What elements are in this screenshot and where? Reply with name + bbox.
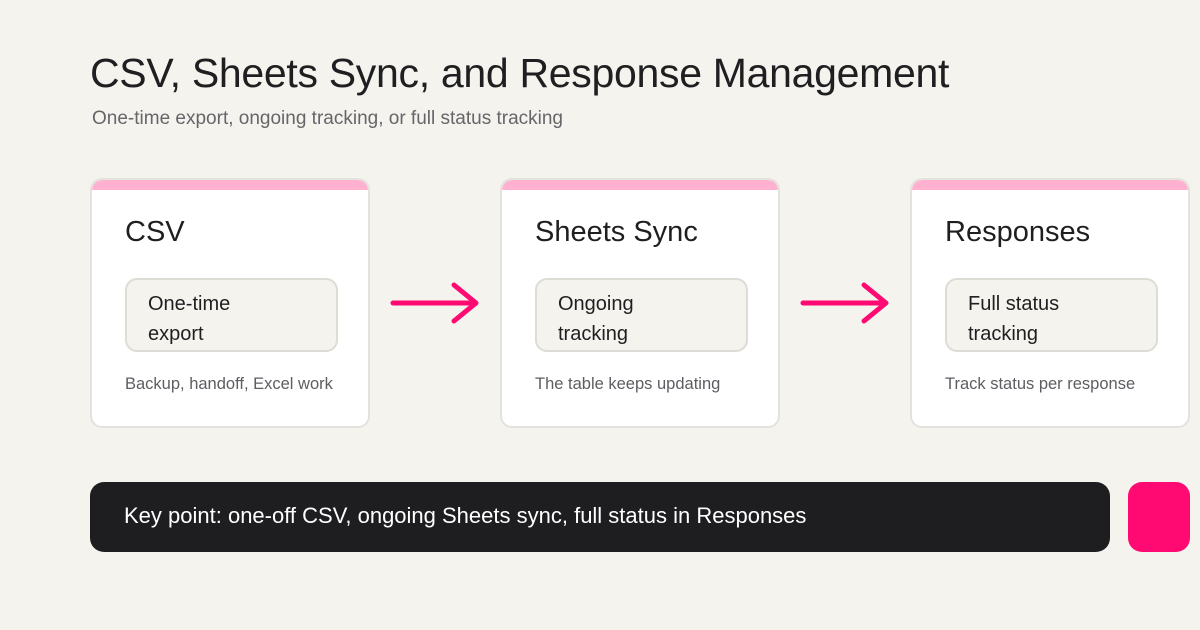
card-description: Backup, handoff, Excel work <box>125 375 333 393</box>
page-title: CSV, Sheets Sync, and Response Managemen… <box>90 50 950 96</box>
card-csv: CSV One-time export Backup, handoff, Exc… <box>90 178 370 428</box>
pill-line: One-time <box>148 293 231 315</box>
pill-line: tracking <box>558 323 629 345</box>
card-title: Sheets Sync <box>535 216 698 248</box>
arrow-right-icon <box>390 282 479 324</box>
card-accent-bar <box>92 180 368 190</box>
card-sheets-sync: Sheets Sync Ongoing tracking The table k… <box>500 178 780 428</box>
card-title: Responses <box>945 216 1091 248</box>
card-accent-bar <box>502 180 778 190</box>
pill-line: tracking <box>968 323 1039 345</box>
keypoint-banner: Key point: one-off CSV, ongoing Sheets s… <box>90 482 1110 552</box>
arrow-right-icon <box>800 282 889 324</box>
card-accent-bar <box>912 180 1188 190</box>
pill-line: Full status <box>968 293 1060 315</box>
card-pill: One-time export <box>125 278 338 352</box>
accent-square <box>1128 482 1190 552</box>
page-subtitle: One-time export, ongoing tracking, or fu… <box>92 108 564 129</box>
card-pill: Full status tracking <box>945 278 1158 352</box>
diagram-page: CSV, Sheets Sync, and Response Managemen… <box>0 0 1200 630</box>
pill-line: export <box>148 323 204 345</box>
card-description: Track status per response <box>945 375 1136 393</box>
card-pill: Ongoing tracking <box>535 278 748 352</box>
card-responses: Responses Full status tracking Track sta… <box>910 178 1190 428</box>
card-title: CSV <box>125 216 185 248</box>
pill-line: Ongoing <box>558 293 634 315</box>
card-description: The table keeps updating <box>535 375 721 393</box>
